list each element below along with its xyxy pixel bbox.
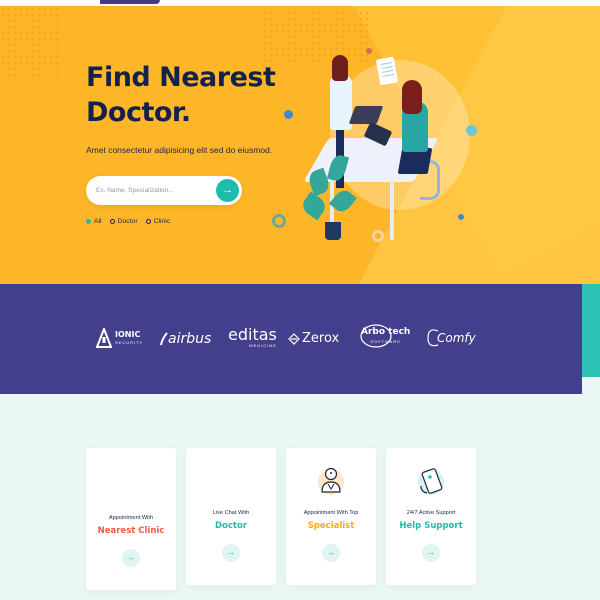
- partner-logos: IONIC SECURITY airbus editas MEDICINE Ze…: [96, 324, 476, 355]
- logo-comfy: Comfy: [426, 327, 476, 349]
- plant-pot: [325, 222, 341, 240]
- card-arrow-button[interactable]: →: [122, 549, 140, 567]
- feature-card-clinic[interactable]: Appointment With Nearest Clinic →: [86, 448, 176, 590]
- patient-hair: [402, 80, 422, 114]
- filter-label: All: [94, 218, 102, 225]
- diamond-logo-icon: [288, 332, 300, 345]
- card-caption: Appointment With Top: [303, 510, 359, 516]
- logo-ionic: IONIC SECURITY: [96, 328, 143, 348]
- title-line-1: Find Nearest: [86, 62, 276, 93]
- card-caption: Appointment With: [108, 515, 154, 521]
- logo-zerox: Zerox: [288, 331, 339, 346]
- filter-label: Clinic: [153, 218, 171, 225]
- feature-card-support[interactable]: 24/7 Active Support Help Support →: [386, 448, 476, 585]
- logo-airbus: airbus: [160, 331, 211, 347]
- swoosh-logo-icon: [160, 332, 168, 346]
- band-accent-under: [582, 377, 600, 394]
- logo-text: airbus: [168, 331, 212, 347]
- decor-dot: [366, 48, 372, 54]
- decor-ring: [372, 230, 384, 242]
- card-caption: 24/7 Active Support: [406, 510, 456, 516]
- filter-all[interactable]: All: [86, 218, 102, 225]
- decor-ring: [272, 214, 286, 228]
- radio-icon[interactable]: [145, 219, 151, 224]
- logo-arbotech: Arbo tech SOFTWARE: [360, 324, 410, 348]
- decor-dot: [284, 110, 293, 119]
- card-arrow-button[interactable]: →: [322, 544, 340, 562]
- hero-subtitle: Amet consectetur adipisicing elit sed do…: [86, 145, 273, 155]
- title-line-2: Doctor.: [86, 97, 191, 128]
- filter-doctor[interactable]: Doctor: [109, 218, 138, 225]
- radio-selected-icon[interactable]: [86, 219, 91, 224]
- radio-icon[interactable]: [109, 219, 115, 224]
- arrow-right-icon: →: [427, 548, 435, 557]
- page-title: Find Nearest Doctor.: [86, 60, 286, 130]
- arrow-right-icon: →: [222, 184, 233, 196]
- filter-clinic[interactable]: Clinic: [145, 218, 171, 225]
- search-filters: All Doctor Clinic: [86, 218, 170, 225]
- logo-text: Zerox: [302, 331, 340, 346]
- search-input[interactable]: [96, 183, 206, 198]
- dot-pattern: [0, 6, 60, 76]
- top-strip-accent: [100, 0, 160, 4]
- card-title: Help Support: [399, 521, 463, 531]
- card-caption: Live Chat With: [212, 510, 250, 516]
- logo-subtext: MEDICINE: [249, 343, 277, 348]
- top-strip: [0, 0, 600, 6]
- search-box: →: [86, 176, 242, 205]
- logo-text: editas: [228, 325, 277, 344]
- logo-subtext: SECURITY: [115, 340, 144, 345]
- phone-support-icon: [418, 468, 444, 495]
- decor-dot: [466, 125, 477, 136]
- circle-logo-icon: [360, 324, 392, 348]
- desk-leg: [390, 180, 394, 240]
- card-title: Specialist: [307, 521, 355, 531]
- card-arrow-button[interactable]: →: [422, 544, 440, 562]
- decor-dot: [458, 214, 464, 220]
- card-title: Doctor: [214, 521, 248, 531]
- search-button[interactable]: →: [216, 179, 239, 202]
- feature-card-specialist[interactable]: Appointment With Top Specialist →: [286, 448, 376, 585]
- doctor-hair: [332, 55, 348, 81]
- logo-text: IONIC: [115, 330, 141, 339]
- band-accent: [582, 284, 600, 377]
- specialist-doctor-icon: [318, 467, 344, 495]
- doctor-consultation-illustration: [270, 30, 490, 260]
- filter-label: Doctor: [117, 218, 138, 225]
- arrow-right-icon: →: [327, 548, 335, 557]
- card-arrow-button[interactable]: →: [222, 544, 240, 562]
- arrow-right-icon: →: [227, 548, 235, 557]
- plant-leaf: [299, 191, 329, 221]
- feature-card-chat[interactable]: Live Chat With Doctor →: [186, 448, 276, 585]
- triangle-logo-icon: [96, 328, 112, 348]
- arrow-right-icon: →: [127, 553, 135, 562]
- card-title: Nearest Clinic: [97, 526, 165, 536]
- logo-editas: editas MEDICINE: [228, 325, 277, 349]
- hero-section: Find Nearest Doctor. Amet consectetur ad…: [0, 0, 600, 284]
- logo-text: Comfy: [437, 331, 476, 345]
